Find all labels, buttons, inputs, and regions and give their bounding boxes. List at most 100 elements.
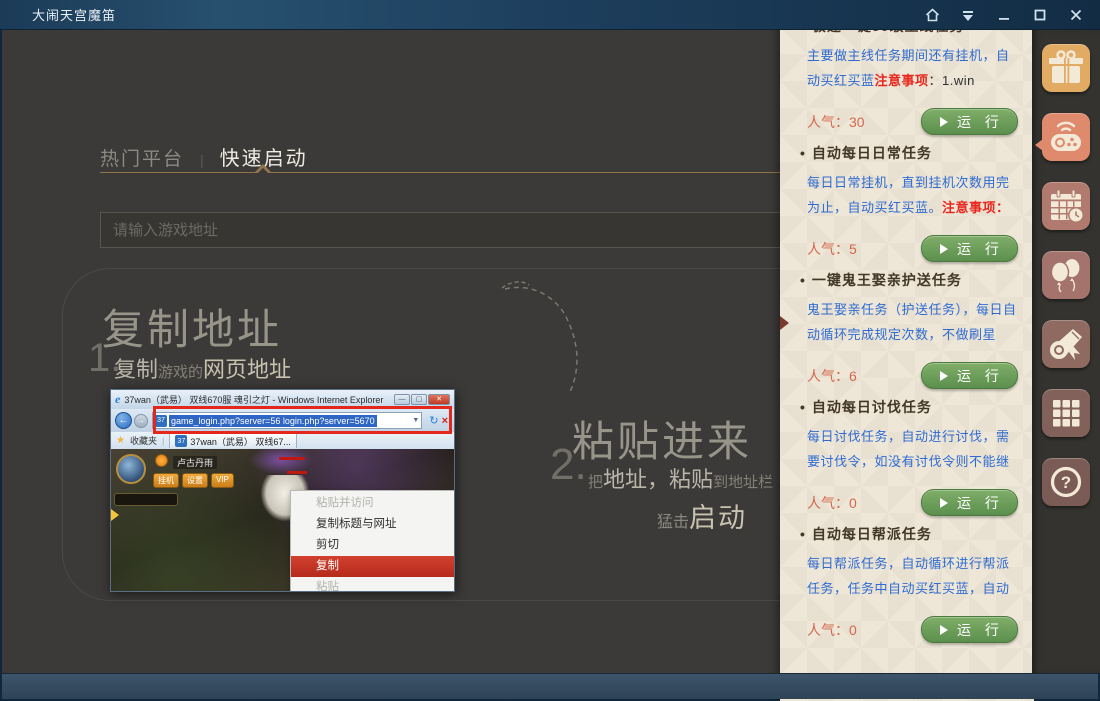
context-menu-item: 复制标题与网址 <box>291 514 454 535</box>
description-segment: 鬼王娶亲任务（护送任务），每日自动循环完成规定次数，不做刷星 <box>807 302 1017 342</box>
status-bar <box>2 673 1098 699</box>
ie-logo-icon: e <box>115 392 120 407</box>
task-footer: 人气：0 运 行 <box>807 616 1018 643</box>
tab-hot-platforms[interactable]: 热门平台 <box>100 144 184 171</box>
address-url-selected: game_login.php?server=56 login.php?serve… <box>169 415 377 427</box>
scroll-icon[interactable] <box>1042 320 1090 368</box>
help-icon[interactable]: ? <box>1042 458 1090 506</box>
popularity-count: 人气：30 <box>807 112 865 132</box>
context-menu-item: 粘贴并访问 <box>291 493 454 514</box>
bullet-icon: • <box>800 145 806 161</box>
browser-forward-icon: → <box>134 414 148 428</box>
step2-action: 猛击 启动 <box>657 496 747 535</box>
task-footer: 人气：5 运 行 <box>807 235 1018 262</box>
refresh-icon: ↻ <box>429 414 438 427</box>
browser-back-icon: ← <box>115 412 132 429</box>
skin-menu-icon[interactable] <box>958 5 978 25</box>
task-panel: •极速一键50级主线任务主要做主线任务期间还有挂机，自动买红买蓝注意事项：1.w… <box>780 0 1034 701</box>
run-button[interactable]: 运 行 <box>921 108 1018 135</box>
close-icon[interactable] <box>1066 5 1086 25</box>
task-footer: 人气：6 运 行 <box>807 362 1018 389</box>
task-description: 每日讨伐任务，自动进行讨伐，需要讨伐令，如没有讨伐令则不能继 <box>800 424 1020 474</box>
apps-grid-icon[interactable] <box>1042 389 1090 437</box>
description-segment: 注意事项： <box>942 200 1010 215</box>
popularity-count: 人气：0 <box>807 493 857 513</box>
browser-title: 37wan（武易） 双线670服 魂引之灯 - Windows Internet… <box>124 393 390 406</box>
task-description: 鬼王娶亲任务（护送任务），每日自动循环完成规定次数，不做刷星 <box>800 297 1020 347</box>
popularity-count: 人气：6 <box>807 366 857 386</box>
hp-bar <box>287 471 307 474</box>
browser-address-bar: 37 game_login.php?server=56 login.php?se… <box>152 412 422 429</box>
popularity-count: 人气：5 <box>807 239 857 259</box>
context-menu-item: 剪切 <box>291 535 454 556</box>
calendar-clock-icon[interactable] <box>1042 182 1090 230</box>
game-button: 设置 <box>182 473 208 488</box>
run-button-label: 运 行 <box>957 493 1004 513</box>
play-icon <box>940 625 948 635</box>
address-dropdown-icon: ▼ <box>412 417 419 424</box>
window-controls <box>922 5 1086 25</box>
app-title: 大闹天宫魔笛 <box>32 5 116 24</box>
title-bar: 大闹天宫魔笛 <box>0 0 1100 30</box>
bullet-icon: • <box>800 399 806 415</box>
balloons-icon[interactable] <box>1042 251 1090 299</box>
run-button[interactable]: 运 行 <box>921 616 1018 643</box>
tab-underline <box>100 172 800 173</box>
site-favicon: 37 <box>155 415 167 427</box>
popularity-count: 人气：0 <box>807 620 857 640</box>
tab-separator: | <box>200 152 204 168</box>
sidebar-icon-rail: ? <box>1032 30 1100 673</box>
context-menu: 粘贴并访问复制标题与网址剪切复制粘贴全选 <box>290 490 454 591</box>
task-description: 每日日常挂机，直到挂机次数用完为止，自动买红买蓝。注意事项： <box>800 170 1020 220</box>
browser-favorites-bar: ★ 收藏夹 | 37 37wan（武易） 双线67... <box>111 432 454 449</box>
player-badge-icon <box>155 454 168 467</box>
run-button[interactable]: 运 行 <box>921 489 1018 516</box>
browser-close-icon: ✕ <box>428 394 450 405</box>
game-address-input[interactable] <box>100 212 800 248</box>
browser-minimize-icon: — <box>394 394 410 405</box>
step1-description: 复制 游戏的 网页地址 <box>114 352 291 384</box>
game-buttons: 挂机设置VIP <box>153 473 234 488</box>
favorites-star-icon: ★ <box>116 435 125 446</box>
stop-icon: × <box>442 415 448 427</box>
favorites-label: 收藏夹 <box>130 434 157 447</box>
run-button[interactable]: 运 行 <box>921 235 1018 262</box>
task-title: •自动每日帮派任务 <box>800 524 1020 544</box>
task-item: •自动每日讨伐任务每日讨伐任务，自动进行讨伐，需要讨伐令，如没有讨伐令则不能继人… <box>800 397 1020 524</box>
browser-screenshot: e 37wan（武易） 双线670服 魂引之灯 - Windows Intern… <box>110 389 455 592</box>
task-item: •自动每日帮派任务每日帮派任务，自动循环进行帮派任务，任务中自动买红买蓝，自动人… <box>800 524 1020 651</box>
run-button[interactable]: 运 行 <box>921 362 1018 389</box>
description-segment: ：1.win <box>929 73 975 88</box>
title-plate <box>114 493 178 506</box>
task-footer: 人气：30 运 行 <box>807 108 1018 135</box>
browser-nav-bar: ← → 37 game_login.php?server=56 login.ph… <box>111 409 454 432</box>
task-footer: 人气：0 运 行 <box>807 489 1018 516</box>
play-icon <box>940 371 948 381</box>
browser-maximize-icon: ▢ <box>411 394 427 405</box>
step2-description: 把 地址 ， 粘贴 到地址栏 <box>588 462 773 494</box>
home-icon[interactable] <box>922 5 942 25</box>
gamepad-icon[interactable] <box>1042 113 1090 161</box>
bullet-icon: • <box>800 526 806 542</box>
tab-bar: 热门平台 | 快速启动 <box>100 142 308 171</box>
run-button-label: 运 行 <box>957 112 1004 132</box>
run-button-label: 运 行 <box>957 620 1004 640</box>
browser-window-buttons: — ▢ ✕ <box>394 394 450 405</box>
task-description: 每日帮派任务，自动循环进行帮派任务，任务中自动买红买蓝，自动 <box>800 551 1020 601</box>
maximize-icon[interactable] <box>1030 5 1050 25</box>
side-arrow-icon <box>111 509 119 521</box>
game-button: VIP <box>211 473 234 488</box>
description-segment: 每日帮派任务，自动循环进行帮派任务，任务中自动买红买蓝，自动 <box>807 556 1010 596</box>
play-icon <box>940 498 948 508</box>
app-window: 大闹天宫魔笛 热门平台 | 快速启动 <box>0 0 1100 701</box>
gift-icon[interactable] <box>1042 44 1090 92</box>
game-viewport: 卢古丹雨 挂机设置VIP 梦霞你达到 10级 粘贴并访问复制标题与网址剪切复制粘… <box>111 449 454 591</box>
task-title: •一键鬼王娶亲护送任务 <box>800 270 1020 290</box>
minimize-icon[interactable] <box>994 5 1014 25</box>
task-list: •极速一键50级主线任务主要做主线任务期间还有挂机，自动买红买蓝注意事项：1.w… <box>780 0 1034 701</box>
description-segment: 注意事项 <box>875 73 929 88</box>
context-menu-item: 复制 <box>291 556 454 577</box>
player-name: 卢古丹雨 <box>173 456 217 469</box>
play-icon <box>940 244 948 254</box>
task-item: •自动每日日常任务每日日常挂机，直到挂机次数用完为止，自动买红买蓝。注意事项：人… <box>800 143 1020 270</box>
